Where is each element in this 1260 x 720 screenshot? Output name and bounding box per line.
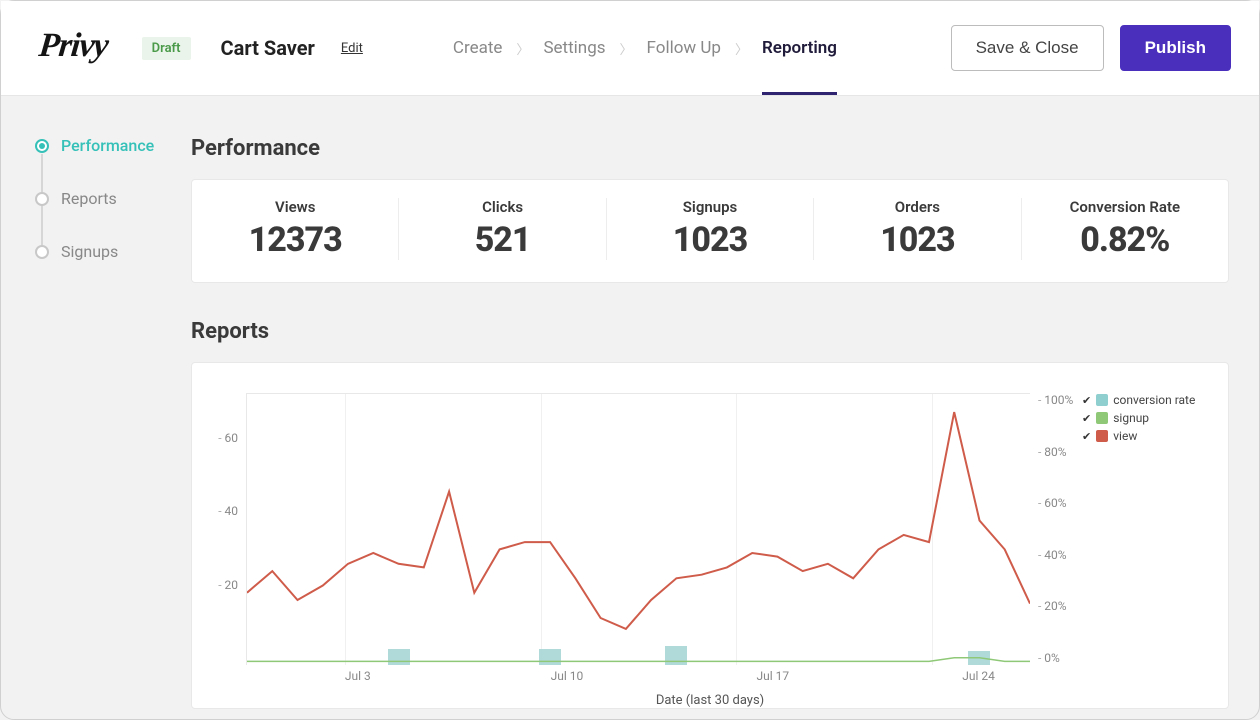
chart-card: 60 40 20 0 100% 80% 60% 40% 20% bbox=[191, 362, 1229, 709]
top-actions: Save & Close Publish bbox=[951, 25, 1231, 71]
chevron-right-icon: 〉 bbox=[516, 39, 529, 58]
stat-label: Signups bbox=[607, 198, 813, 216]
x-tick: Jul 3 bbox=[345, 669, 448, 683]
legend-item-signup[interactable]: ✔ signup bbox=[1082, 411, 1212, 425]
legend-swatch bbox=[1096, 394, 1108, 406]
stat-value: 12373 bbox=[192, 220, 398, 260]
x-tick bbox=[859, 669, 962, 683]
nav-follow-up[interactable]: Follow Up bbox=[647, 1, 721, 95]
y-tick: 60% bbox=[1038, 496, 1067, 510]
stat-label: Conversion Rate bbox=[1022, 198, 1228, 216]
x-tick: Jul 17 bbox=[756, 669, 859, 683]
chart-line-view bbox=[247, 394, 1030, 665]
y-axis-left: 60 40 20 0 bbox=[208, 393, 238, 665]
chart-legend: ✔ conversion rate ✔ signup ✔ view bbox=[1082, 393, 1212, 665]
y-axis-right: 100% 80% 60% 40% 20% 0% bbox=[1038, 393, 1074, 665]
nav-steps: Create 〉 Settings 〉 Follow Up 〉 Reportin… bbox=[453, 1, 837, 95]
y-tick: 20% bbox=[1038, 599, 1067, 613]
sidebar-item-label: Reports bbox=[61, 189, 117, 208]
nav-create[interactable]: Create bbox=[453, 1, 503, 95]
stat-value: 1023 bbox=[607, 220, 813, 260]
campaign-name: Cart Saver bbox=[221, 36, 315, 60]
logo: Privy bbox=[37, 27, 110, 65]
legend-label: conversion rate bbox=[1113, 393, 1195, 407]
stat-value: 1023 bbox=[814, 220, 1020, 260]
stat-orders: Orders 1023 bbox=[814, 198, 1021, 260]
check-icon: ✔ bbox=[1082, 394, 1091, 407]
chevron-right-icon: 〉 bbox=[620, 39, 633, 58]
legend-item-conversion[interactable]: ✔ conversion rate bbox=[1082, 393, 1212, 407]
publish-button[interactable]: Publish bbox=[1120, 25, 1231, 71]
stat-label: Clicks bbox=[399, 198, 605, 216]
stat-label: Orders bbox=[814, 198, 1020, 216]
stat-clicks: Clicks 521 bbox=[399, 198, 606, 260]
status-badge: Draft bbox=[142, 37, 191, 60]
legend-swatch bbox=[1096, 430, 1108, 442]
performance-heading: Performance bbox=[191, 136, 1229, 161]
y-tick: 20 bbox=[218, 578, 238, 592]
x-tick bbox=[242, 669, 345, 683]
x-tick: Jul 24 bbox=[962, 669, 1065, 683]
legend-swatch bbox=[1096, 412, 1108, 424]
y-tick: 0% bbox=[1038, 651, 1060, 665]
y-tick: 80% bbox=[1038, 445, 1067, 459]
stat-conversion: Conversion Rate 0.82% bbox=[1022, 198, 1228, 260]
stat-signups: Signups 1023 bbox=[607, 198, 814, 260]
legend-item-view[interactable]: ✔ view bbox=[1082, 429, 1212, 443]
chart-plot bbox=[246, 393, 1030, 665]
y-tick: 40 bbox=[218, 504, 238, 518]
reports-heading: Reports bbox=[191, 319, 1229, 344]
x-tick bbox=[1065, 669, 1168, 683]
sidebar: Performance Reports Signups bbox=[1, 136, 191, 709]
step-dot-icon bbox=[35, 192, 49, 206]
check-icon: ✔ bbox=[1082, 430, 1091, 443]
save-close-button[interactable]: Save & Close bbox=[951, 25, 1104, 71]
y-tick: 40% bbox=[1038, 548, 1067, 562]
legend-label: view bbox=[1113, 429, 1137, 443]
sidebar-item-label: Performance bbox=[61, 136, 154, 155]
sidebar-item-reports[interactable]: Reports bbox=[35, 189, 191, 208]
sidebar-item-label: Signups bbox=[61, 242, 118, 261]
stat-views: Views 12373 bbox=[192, 198, 399, 260]
y-tick: 100% bbox=[1038, 393, 1073, 407]
x-axis-ticks: Jul 3 Jul 10 Jul 17 Jul 24 bbox=[242, 669, 1168, 683]
stat-value: 521 bbox=[399, 220, 605, 260]
y-tick: 60 bbox=[218, 431, 238, 445]
sidebar-item-performance[interactable]: Performance bbox=[35, 136, 191, 155]
top-bar: Privy Draft Cart Saver Edit Create 〉 Set… bbox=[1, 1, 1259, 96]
edit-link[interactable]: Edit bbox=[341, 41, 363, 56]
sidebar-item-signups[interactable]: Signups bbox=[35, 242, 191, 261]
x-tick bbox=[448, 669, 551, 683]
step-dot-icon bbox=[35, 139, 49, 153]
x-axis-label: Date (last 30 days) bbox=[208, 693, 1212, 708]
nav-settings[interactable]: Settings bbox=[543, 1, 605, 95]
chevron-right-icon: 〉 bbox=[735, 39, 748, 58]
nav-reporting[interactable]: Reporting bbox=[762, 1, 837, 95]
check-icon: ✔ bbox=[1082, 412, 1091, 425]
stats-card: Views 12373 Clicks 521 Signups 1023 Orde… bbox=[191, 179, 1229, 283]
legend-label: signup bbox=[1113, 411, 1149, 425]
step-dot-icon bbox=[35, 245, 49, 259]
main: Performance Views 12373 Clicks 521 Signu… bbox=[191, 136, 1259, 709]
x-tick: Jul 10 bbox=[551, 669, 654, 683]
stat-value: 0.82% bbox=[1022, 220, 1228, 260]
stat-label: Views bbox=[192, 198, 398, 216]
x-tick bbox=[654, 669, 757, 683]
